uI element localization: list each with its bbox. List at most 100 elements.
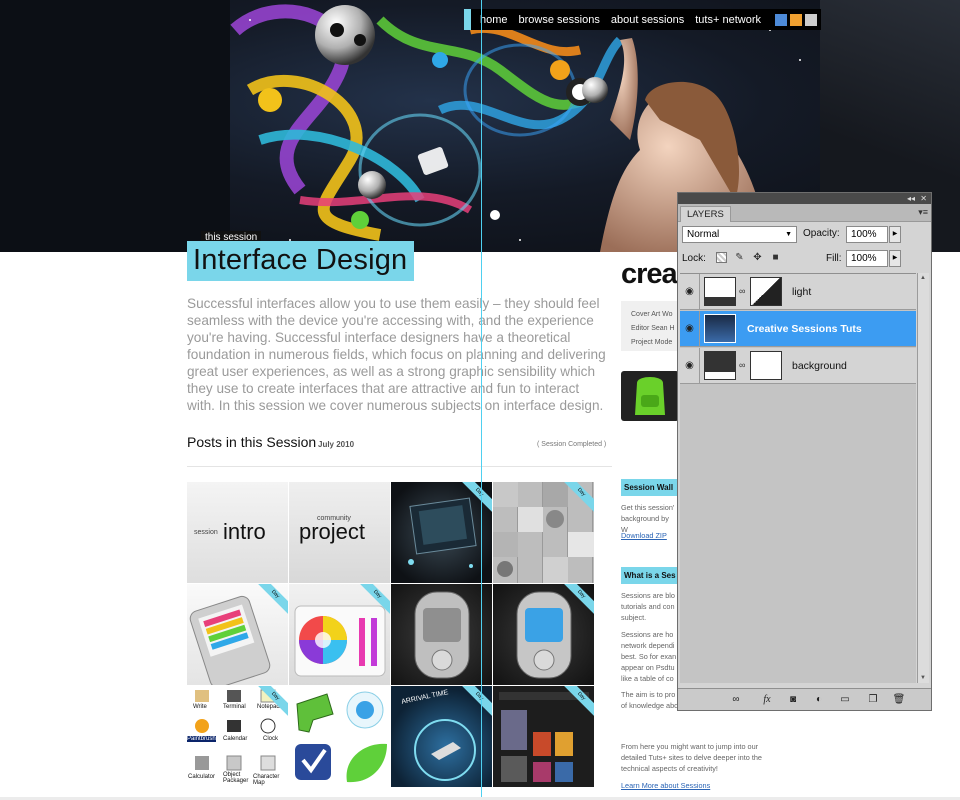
- opacity-slider-button[interactable]: ▶: [889, 226, 901, 243]
- icon-label-object-packager: Object Packager: [223, 772, 249, 784]
- layer-thumbnail: [704, 314, 736, 343]
- layer-row-light[interactable]: ◉ ∞ light: [680, 274, 916, 310]
- thumb-small-text: session: [194, 529, 218, 536]
- thumb-big-text: intro: [223, 519, 266, 544]
- post-thumb-dark-interface[interactable]: Day: [391, 482, 492, 583]
- panel-bottom-toolbar: ∞ fx ◙ ◐ ▭ ❐ 🗑: [678, 688, 931, 710]
- fill-slider-button[interactable]: ▶: [889, 250, 901, 267]
- posts-grid: session intro community project Day Day: [187, 482, 594, 788]
- credits-box: Cover Art Wo Editor Sean H Project Mode: [621, 301, 679, 351]
- icon-label-clock: Clock: [263, 736, 279, 742]
- nav-link-browse-sessions[interactable]: browse sessions: [519, 14, 600, 26]
- close-icon[interactable]: ✕: [920, 194, 927, 203]
- credit-line: Cover Art Wo: [631, 311, 673, 318]
- wallpaper-heading: Session Wall: [621, 479, 679, 496]
- nav-link-home[interactable]: home: [480, 14, 508, 26]
- lock-row: Lock: ✎ ✥ ■ Fill: 100% ▶: [682, 250, 929, 268]
- session-intro: Successful interfaces allow you to use t…: [187, 296, 606, 413]
- blend-row: Normal ▼ Opacity: 100% ▶: [682, 226, 929, 244]
- icon-label-calculator: Calculator: [188, 774, 216, 780]
- adjustment-layer-icon[interactable]: ◐: [812, 693, 826, 706]
- visibility-eye-icon[interactable]: ◉: [680, 348, 700, 384]
- email-icon[interactable]: [804, 13, 817, 26]
- what-is-text-2: Sessions are ho network dependi best. So…: [621, 630, 677, 683]
- post-thumb-community-project[interactable]: community project: [289, 482, 390, 583]
- layer-style-icon[interactable]: fx: [760, 693, 774, 706]
- backpack-icon: [635, 377, 665, 415]
- blend-mode-value: Normal: [687, 229, 720, 240]
- twitter-icon[interactable]: [774, 13, 787, 26]
- scroll-down-icon[interactable]: ▼: [920, 675, 926, 681]
- lock-transparency-icon[interactable]: [716, 252, 727, 263]
- tab-layers[interactable]: LAYERS: [680, 206, 731, 222]
- session-brand-title: crea: [621, 258, 678, 290]
- visibility-eye-icon[interactable]: ◉: [680, 274, 700, 310]
- blend-mode-select[interactable]: Normal ▼: [682, 226, 797, 243]
- link-icon: ∞: [739, 360, 746, 370]
- link-icon: ∞: [739, 286, 746, 296]
- layer-row-background[interactable]: ◉ ∞ background: [680, 348, 916, 384]
- layer-name[interactable]: light: [792, 274, 811, 310]
- posts-status: ( Session Completed ): [537, 441, 607, 448]
- icon-label-calendar: Calendar: [223, 736, 248, 742]
- thumb-art: [414, 591, 470, 679]
- photoshop-guide-line: [481, 0, 482, 800]
- layer-mask-thumbnail[interactable]: [750, 351, 782, 380]
- layer-row-creative-sessions[interactable]: ◉ Creative Sessions Tuts: [680, 311, 916, 347]
- nav-accent-bar: [464, 9, 471, 30]
- what-is-text-1: Sessions are blo tutorials and con subje…: [621, 591, 675, 622]
- opacity-label: Opacity:: [803, 228, 840, 239]
- nav-link-about-sessions[interactable]: about sessions: [611, 14, 684, 26]
- thumb-big-text: project: [299, 519, 366, 544]
- icon-label-terminal: Terminal: [223, 704, 246, 710]
- trash-icon[interactable]: 🗑: [892, 693, 906, 706]
- lock-brush-icon[interactable]: ✎: [734, 252, 745, 263]
- panel-titlebar[interactable]: ◂◂ ✕: [678, 193, 931, 204]
- post-thumb-avatar-icons[interactable]: Day: [493, 482, 594, 583]
- post-thumb-phone-ui[interactable]: Day: [187, 584, 288, 685]
- layer-name[interactable]: background: [792, 348, 847, 384]
- layer-name[interactable]: Creative Sessions Tuts: [747, 311, 862, 347]
- scroll-up-icon[interactable]: ▲: [920, 275, 926, 281]
- opacity-input[interactable]: 100%: [846, 226, 888, 243]
- fill-input[interactable]: 100%: [846, 250, 888, 267]
- what-is-heading: What is a Ses: [621, 567, 679, 584]
- fill-label: Fill:: [826, 253, 842, 264]
- new-layer-icon[interactable]: ❐: [866, 693, 880, 706]
- panel-menu-icon[interactable]: ▾≡: [918, 207, 928, 218]
- link-layers-icon[interactable]: ∞: [729, 693, 743, 706]
- layer-thumbnail: [704, 351, 736, 380]
- layers-list: ◉ ∞ light ◉ Creative Sessions Tuts ◉ ∞ b…: [680, 273, 916, 683]
- icon-label-paintbrush: Paintbrush: [187, 736, 216, 742]
- nav-link-tuts-network[interactable]: tuts+ network: [695, 14, 761, 26]
- post-thumb-media-player-blue[interactable]: Day: [493, 584, 594, 685]
- visibility-eye-icon[interactable]: ◉: [680, 311, 700, 347]
- icon-label-character-map: Character Map: [253, 774, 280, 786]
- learn-more-link[interactable]: Learn More about Sessions: [621, 781, 710, 790]
- panel-tab-row: LAYERS ▾≡: [678, 204, 931, 222]
- collapse-icon[interactable]: ◂◂: [907, 194, 915, 203]
- lock-all-icon[interactable]: ■: [770, 252, 781, 263]
- download-zip-link[interactable]: Download ZIP: [621, 531, 667, 540]
- new-group-icon[interactable]: ▭: [838, 693, 852, 706]
- post-thumb-app-icons[interactable]: [289, 686, 390, 787]
- post-thumb-color-picker[interactable]: Day: [289, 584, 390, 685]
- page-title: Interface Design: [187, 241, 415, 281]
- icon-label-write: Write: [193, 704, 207, 710]
- layers-scrollbar[interactable]: ▲ ▼: [917, 273, 929, 683]
- credit-line: Editor Sean H: [631, 325, 675, 332]
- post-thumb-web-layout[interactable]: Day: [493, 686, 594, 787]
- post-thumb-media-player-gray[interactable]: [391, 584, 492, 685]
- layer-mask-thumbnail[interactable]: [750, 277, 782, 306]
- what-is-text-4: From here you might want to jump into ou…: [621, 742, 762, 773]
- posts-date: July 2010: [318, 440, 355, 449]
- lock-label: Lock:: [682, 253, 706, 264]
- lock-move-icon[interactable]: ✥: [752, 252, 763, 263]
- credit-line: Project Mode: [631, 339, 673, 346]
- promo-thumbnail[interactable]: [621, 371, 679, 421]
- rss-icon[interactable]: [789, 13, 802, 26]
- post-thumb-desktop-icons[interactable]: Write Terminal Notepad Paintbrush Calend…: [187, 686, 288, 787]
- post-thumb-arrival-time[interactable]: ARRIVAL TIME Day: [391, 686, 492, 787]
- post-thumb-session-intro[interactable]: session intro: [187, 482, 288, 583]
- add-mask-icon[interactable]: ◙: [786, 693, 800, 706]
